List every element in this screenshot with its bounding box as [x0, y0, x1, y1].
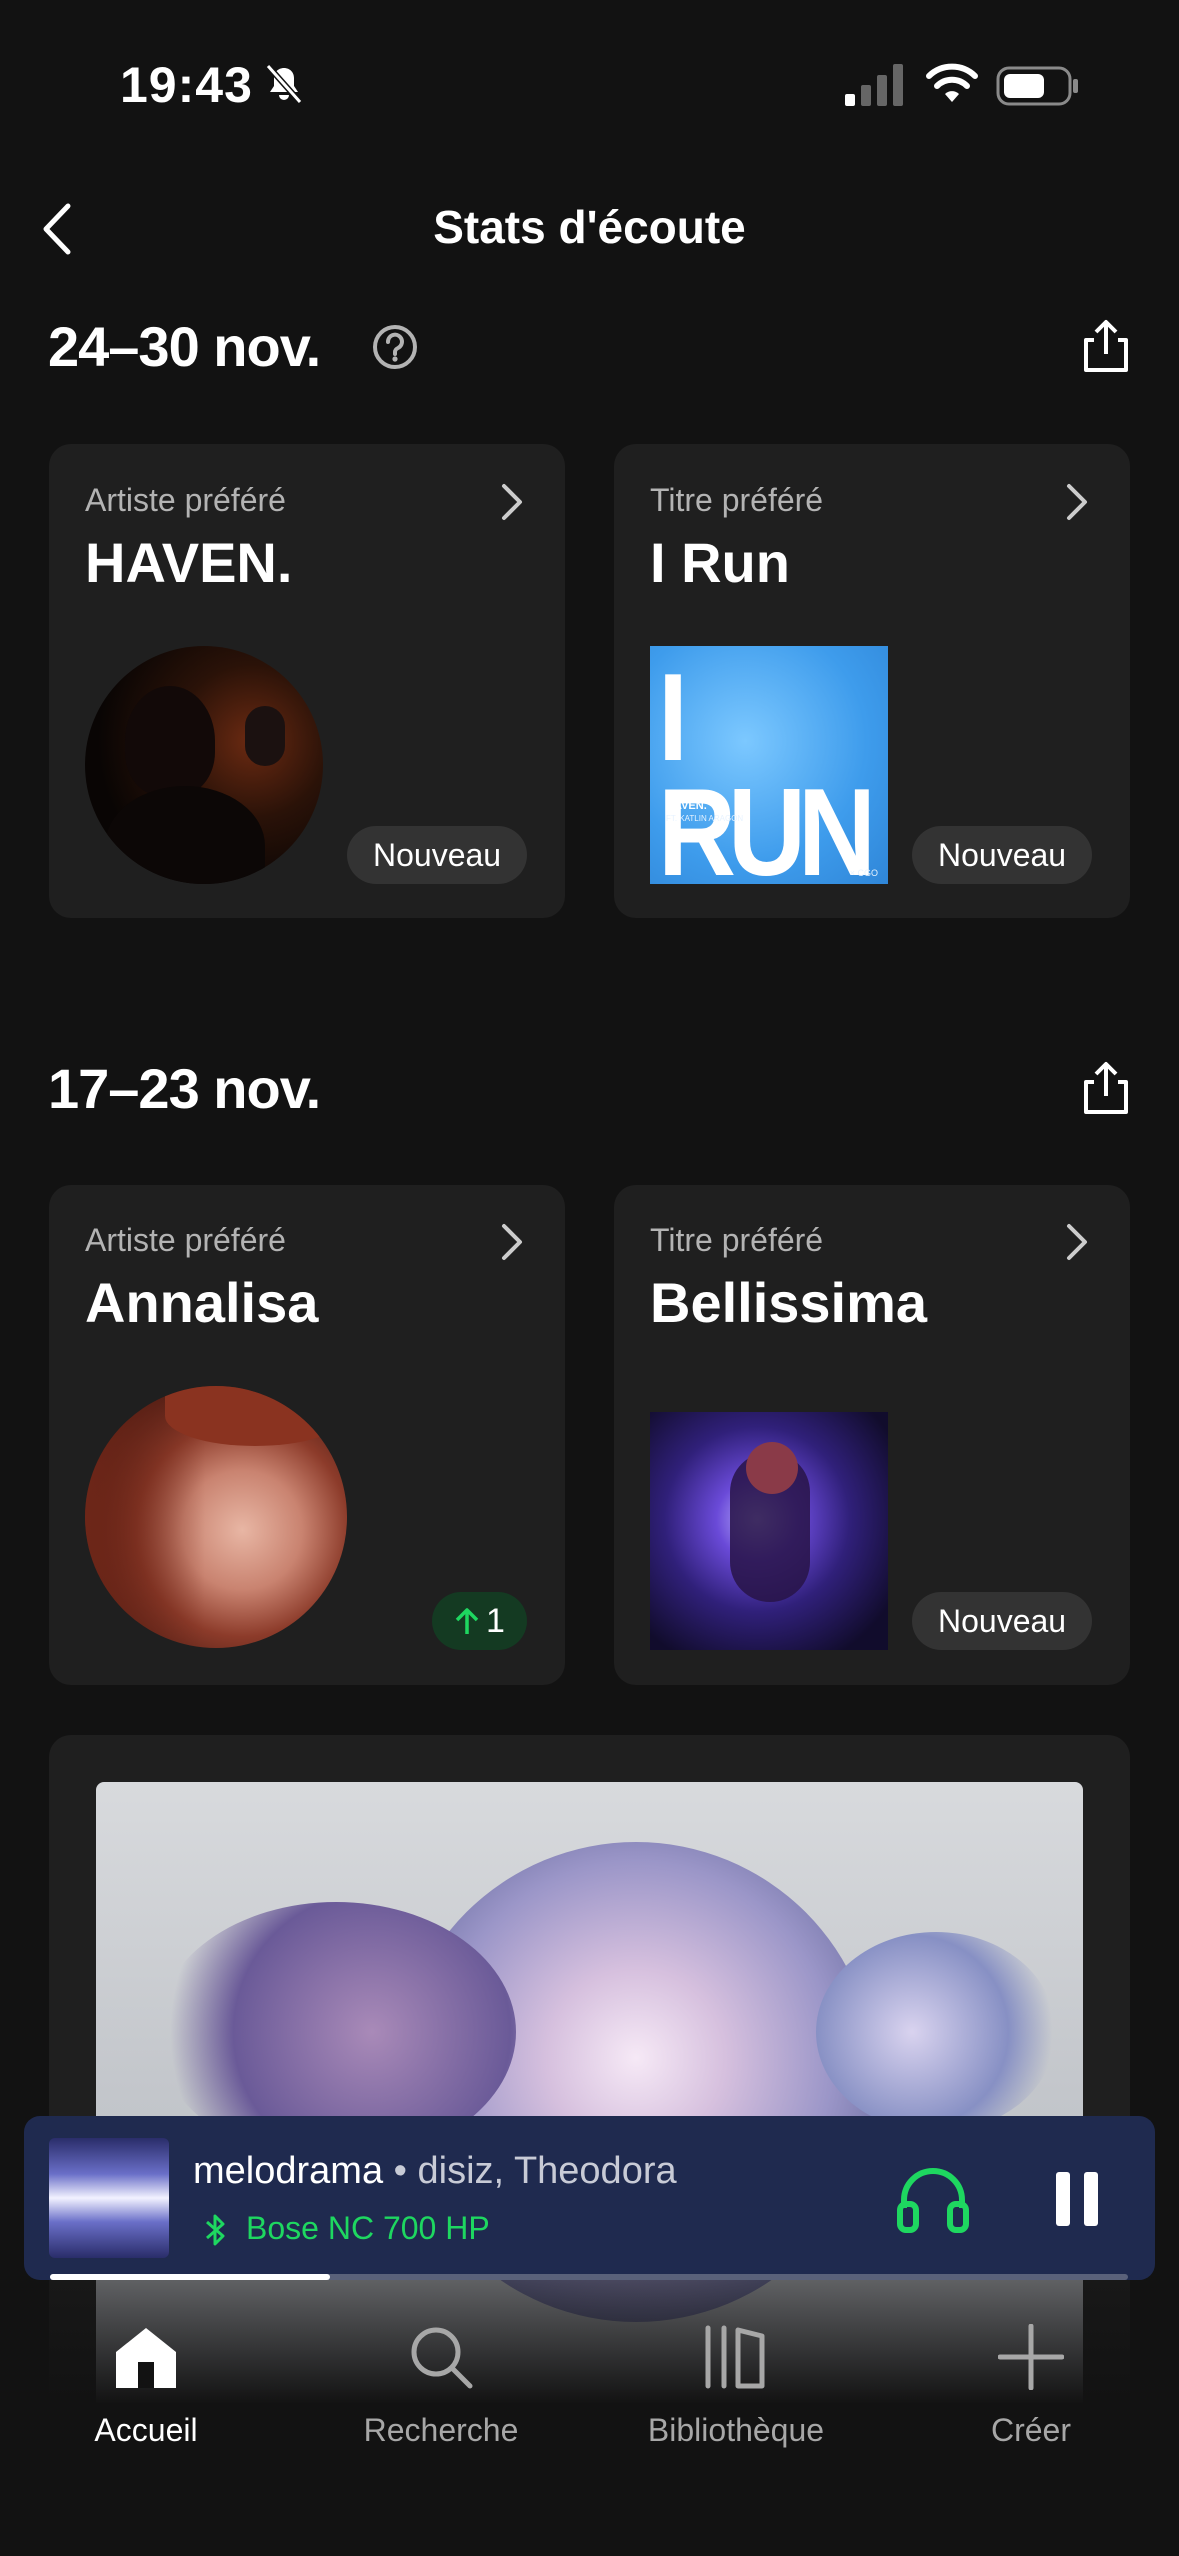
pause-button[interactable] — [1052, 2170, 1102, 2228]
artist-image — [85, 646, 323, 884]
new-badge: Nouveau — [347, 826, 528, 884]
card-label: Artiste préféré — [85, 482, 286, 518]
nav-search-label[interactable]: Recherche — [311, 2412, 571, 2449]
track-cover: I RUN HAVEN. FT. KATLIN ARAGON × CGO — [650, 646, 888, 884]
wifi-icon — [926, 63, 978, 102]
card-label: Artiste préféré — [85, 1222, 286, 1258]
track-name: Bellissima — [650, 1271, 928, 1334]
new-badge: Nouveau — [912, 826, 1093, 884]
cellular-signal-icon — [845, 64, 903, 106]
help-icon[interactable] — [372, 324, 418, 370]
track-name: I Run — [650, 531, 790, 594]
page-title: Stats d'écoute — [433, 201, 746, 253]
nav-library-label[interactable]: Bibliothèque — [606, 2412, 866, 2449]
bell-muted-icon — [265, 64, 303, 104]
artist-name: Annalisa — [85, 1271, 319, 1334]
chevron-right-icon — [502, 484, 522, 520]
bluetooth-icon — [206, 2214, 225, 2246]
chevron-right-icon — [1067, 484, 1087, 520]
library-icon[interactable] — [702, 2324, 768, 2390]
artist-image — [85, 1386, 347, 1648]
new-badge: Nouveau — [912, 1592, 1093, 1650]
chevron-right-icon — [1067, 1224, 1087, 1260]
card-label: Titre préféré — [650, 482, 824, 518]
status-time: 19:43 — [120, 57, 253, 113]
chevron-right-icon — [502, 1224, 522, 1260]
cover-text: I RUN — [658, 647, 876, 884]
track-artists: • disiz, Theodora — [383, 2150, 677, 2192]
rank-change-badge: 1 — [432, 1592, 527, 1650]
headphones-icon[interactable] — [896, 2164, 970, 2234]
connected-device[interactable]: Bose NC 700 HP — [246, 2210, 490, 2247]
now-playing-title: melodrama • disiz, Theodora — [193, 2150, 677, 2193]
track-title: melodrama — [193, 2150, 384, 2192]
battery-icon — [996, 66, 1078, 106]
week-title: 24–30 nov. — [48, 315, 321, 378]
cover-feat: FT. KATLIN ARAGON — [666, 814, 744, 823]
nav-home-label[interactable]: Accueil — [16, 2412, 276, 2449]
card-label: Titre préféré — [650, 1222, 824, 1258]
arrow-up-icon — [455, 1608, 479, 1634]
track-cover — [650, 1412, 888, 1650]
cover-corner: × CGO — [849, 868, 878, 878]
plus-icon[interactable] — [998, 2324, 1064, 2390]
home-icon[interactable] — [114, 2326, 178, 2388]
rank-change-value: 1 — [486, 1602, 505, 1640]
share-button[interactable] — [1082, 1060, 1130, 1116]
artist-name: HAVEN. — [85, 531, 293, 594]
share-button[interactable] — [1082, 318, 1130, 374]
mini-player[interactable] — [24, 2116, 1155, 2280]
week-title: 17–23 nov. — [48, 1057, 321, 1120]
nav-create-label[interactable]: Créer — [901, 2412, 1161, 2449]
cover-artist: HAVEN. — [666, 800, 707, 812]
now-playing-cover — [49, 2138, 169, 2258]
search-icon[interactable] — [408, 2324, 474, 2390]
